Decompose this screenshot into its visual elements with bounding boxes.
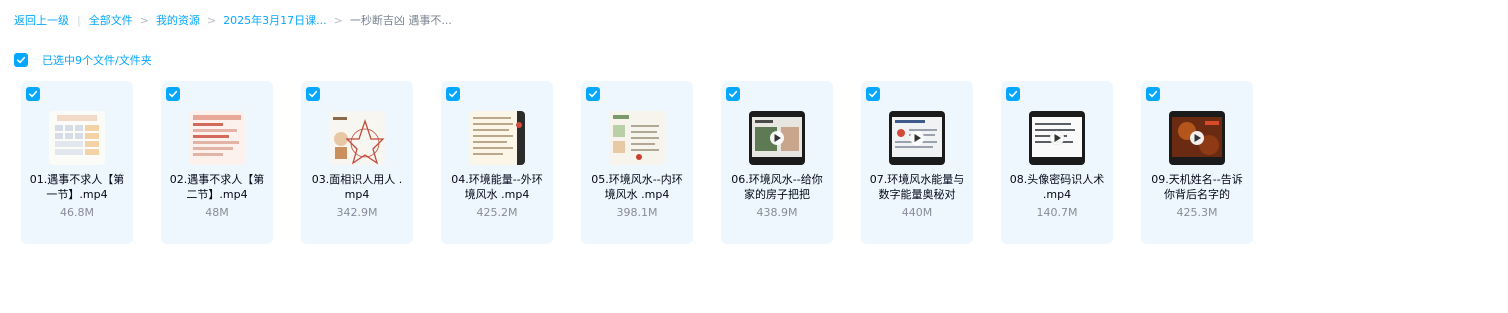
check-icon xyxy=(169,90,178,98)
check-icon xyxy=(29,90,38,98)
check-icon xyxy=(1009,90,1018,98)
file-checkbox[interactable] xyxy=(726,87,740,101)
file-checkbox[interactable] xyxy=(1146,87,1160,101)
file-card[interactable]: 06.环境风水--给你家的房子把把 438.9M xyxy=(721,81,833,244)
file-size: 342.9M xyxy=(336,206,378,219)
file-card[interactable]: 02.遇事不求人【第二节】.mp4 48M xyxy=(161,81,273,244)
file-name: 03.面相识人用人 .mp4 xyxy=(311,173,403,201)
video-thumbnail xyxy=(49,111,105,165)
breadcrumb: 返回上一级 | 全部文件 > 我的资源 > 2025年3月17日课... > 一… xyxy=(14,11,452,29)
file-card[interactable]: 08.头像密码识人术 .mp4 140.7M xyxy=(1001,81,1113,244)
chevron-right-icon: > xyxy=(206,13,217,27)
check-icon xyxy=(589,90,598,98)
file-size: 140.7M xyxy=(1036,206,1078,219)
chevron-right-icon: > xyxy=(333,13,343,27)
check-icon xyxy=(1149,90,1158,98)
back-link[interactable]: 返回上一级 xyxy=(14,12,69,28)
file-size: 48M xyxy=(205,206,229,219)
video-thumbnail xyxy=(1169,111,1225,165)
file-checkbox[interactable] xyxy=(1006,87,1020,101)
video-thumbnail xyxy=(1029,111,1085,165)
file-card[interactable]: 04.环境能量--外环境风水 .mp4 425.2M xyxy=(441,81,553,244)
check-icon xyxy=(449,90,458,98)
file-checkbox[interactable] xyxy=(586,87,600,101)
file-checkbox[interactable] xyxy=(446,87,460,101)
video-thumbnail xyxy=(749,111,805,165)
video-thumbnail xyxy=(609,111,665,165)
file-card[interactable]: 03.面相识人用人 .mp4 342.9M xyxy=(301,81,413,244)
file-name: 06.环境风水--给你家的房子把把 xyxy=(731,173,823,201)
video-thumbnail xyxy=(469,111,525,165)
file-name: 01.遇事不求人【第一节】.mp4 xyxy=(29,173,125,201)
video-thumbnail xyxy=(189,111,245,165)
check-icon xyxy=(309,90,318,98)
breadcrumb-current: 一秒断吉凶 遇事不... xyxy=(349,14,452,27)
chevron-right-icon: > xyxy=(139,13,149,27)
file-name: 08.头像密码识人术 .mp4 xyxy=(1009,173,1105,201)
check-icon xyxy=(869,90,878,98)
file-checkbox[interactable] xyxy=(866,87,880,101)
breadcrumb-divider: | xyxy=(77,13,81,27)
video-thumbnail xyxy=(329,111,385,165)
file-name: 05.环境风水--内环境风水 .mp4 xyxy=(591,173,683,201)
file-card[interactable]: 01.遇事不求人【第一节】.mp4 46.8M xyxy=(21,81,133,244)
breadcrumb-course-folder[interactable]: 2025年3月17日课... xyxy=(223,12,326,28)
file-card[interactable]: 07.环境风水能量与数字能量奥秘对 440M xyxy=(861,81,973,244)
selection-count: 已选中9个文件/文件夹 xyxy=(42,54,152,67)
file-name: 07.环境风水能量与数字能量奥秘对 xyxy=(869,173,965,201)
file-size: 425.2M xyxy=(476,206,518,219)
file-checkbox[interactable] xyxy=(166,87,180,101)
file-card[interactable]: 09.天机姓名--告诉你背后名字的 425.3M xyxy=(1141,81,1253,244)
select-all-row: 已选中9个文件/文件夹 xyxy=(14,52,152,68)
breadcrumb-my-resources[interactable]: 我的资源 xyxy=(156,12,200,28)
file-name: 09.天机姓名--告诉你背后名字的 xyxy=(1151,173,1243,201)
file-size: 438.9M xyxy=(756,206,798,219)
video-thumbnail xyxy=(889,111,945,165)
file-checkbox[interactable] xyxy=(26,87,40,101)
file-size: 440M xyxy=(901,206,933,219)
breadcrumb-all-files[interactable]: 全部文件 xyxy=(89,12,133,28)
file-checkbox[interactable] xyxy=(306,87,320,101)
file-size: 46.8M xyxy=(60,206,94,219)
file-name: 04.环境能量--外环境风水 .mp4 xyxy=(451,173,543,201)
file-card[interactable]: 05.环境风水--内环境风水 .mp4 398.1M xyxy=(581,81,693,244)
check-icon xyxy=(17,56,26,64)
file-name: 02.遇事不求人【第二节】.mp4 xyxy=(169,173,265,201)
select-all-checkbox[interactable] xyxy=(14,53,28,67)
file-size: 425.3M xyxy=(1176,206,1218,219)
file-size: 398.1M xyxy=(616,206,658,219)
check-icon xyxy=(729,90,738,98)
